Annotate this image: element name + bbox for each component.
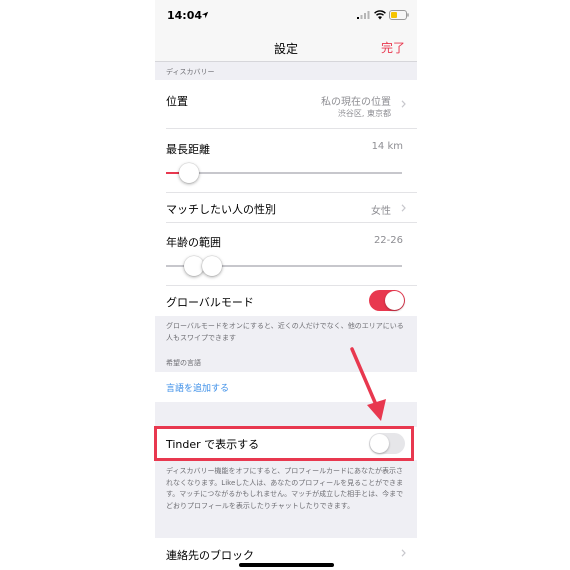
status-bar: 14:04 [155,0,417,32]
discovery-section-label: ディスカバリー [166,68,215,76]
discovery-group: 位置 私の現在の位置 渋谷区, 東京都 最長距離 14 km マッチしたい人の性… [155,80,417,316]
distance-label: 最長距離 [166,143,210,156]
divider [166,222,417,223]
status-time: 14:04 [167,9,203,22]
distance-slider[interactable] [166,163,402,183]
navigation-bar: 設定 完了 [155,32,417,62]
location-arrow-icon [201,11,209,19]
add-language-link[interactable]: 言語を追加する [166,381,229,394]
home-indicator [239,563,334,567]
highlight-box [154,426,414,461]
contact-blocking-label: 連絡先のブロック [166,549,254,562]
page-title: 設定 [273,42,298,56]
gender-value: 女性 [371,206,391,217]
gender-row[interactable]: マッチしたい人の性別 女性 [155,193,417,221]
age-label: 年齢の範囲 [166,236,221,249]
chevron-right-icon [401,204,406,212]
annotation-arrow-icon [350,347,386,421]
battery-icon [389,10,409,20]
age-range-slider[interactable] [166,256,402,276]
location-sub: 渋谷区, 東京都 [337,109,391,118]
age-value: 22-26 [373,235,403,246]
chevron-right-icon [401,100,406,108]
age-max-thumb[interactable] [202,256,222,276]
language-section-label: 希望の言語 [166,359,201,367]
divider [166,285,417,286]
wifi-icon [374,10,386,20]
location-row[interactable]: 位置 私の現在の位置 渋谷区, 東京都 [155,80,417,128]
global-mode-toggle[interactable] [369,290,405,311]
distance-slider-thumb[interactable] [179,163,199,183]
cellular-signal-icon [357,11,370,19]
global-mode-footer: グローバルモードをオンにすると、近くの人だけでなく、他のエリアにいる人もスワイプ… [166,322,404,342]
divider [166,128,417,129]
distance-value: 14 km [371,141,403,152]
tinder-visibility-footer: ディスカバリー機能をオフにすると、プロフィールカードにあなたが表示されなくなりま… [166,467,404,510]
toggle-knob [385,291,404,310]
done-button[interactable]: 完了 [381,39,405,56]
chevron-right-icon [401,549,406,557]
location-label: 位置 [166,95,188,108]
global-mode-label: グローバルモード [166,296,254,309]
age-min-thumb[interactable] [184,256,204,276]
phone-screen: 14:04 設定 完了 ディスカバリー 位置 私の現在の位置 渋谷区, 東京都 … [155,0,417,570]
location-value: 私の現在の位置 [321,97,391,108]
gender-label: マッチしたい人の性別 [166,203,276,216]
